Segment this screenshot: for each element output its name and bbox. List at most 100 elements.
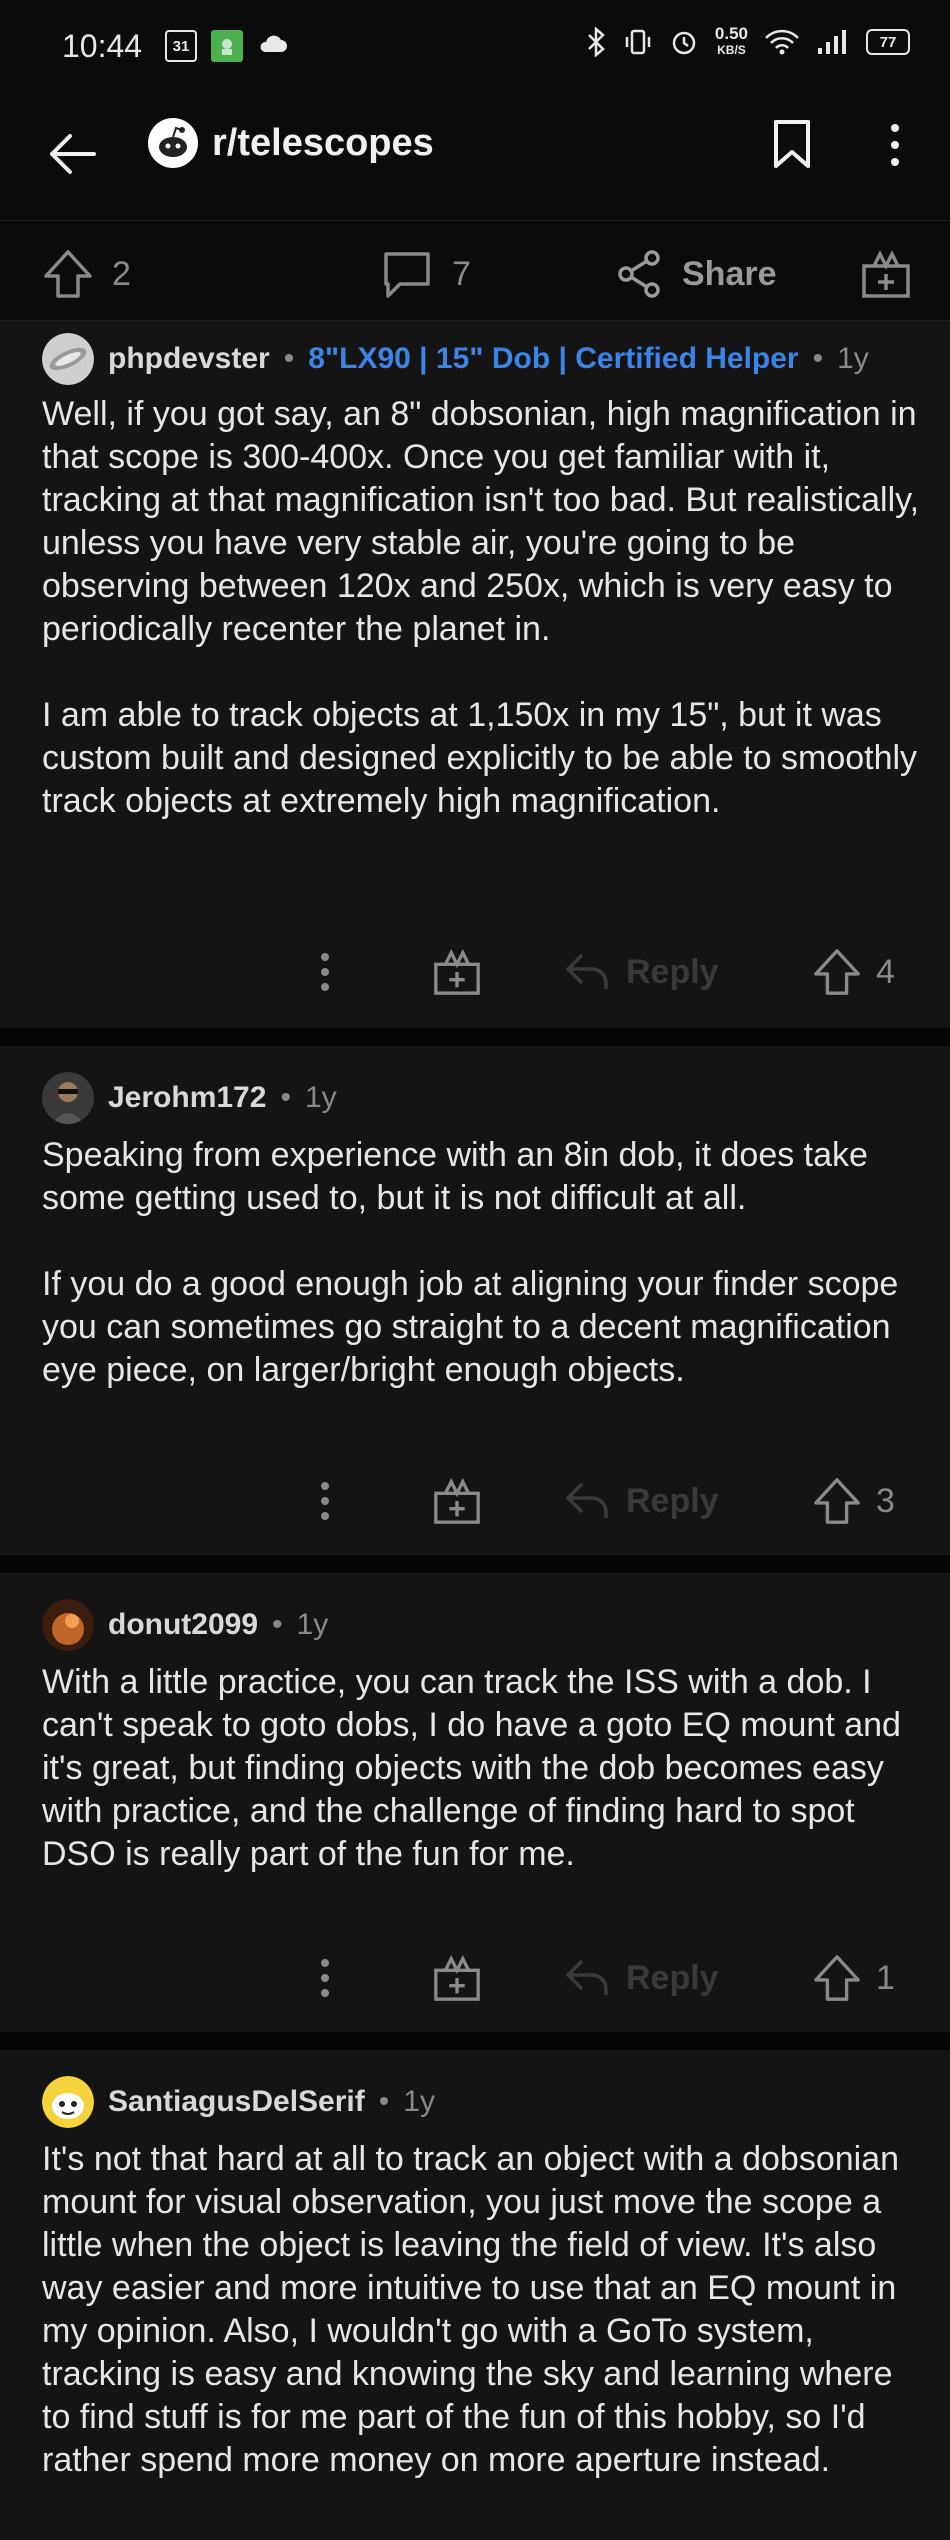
upvote-icon bbox=[814, 1955, 860, 2001]
status-left-icons: 31 bbox=[165, 30, 287, 62]
comment-paragraph: If you do a good enough job at aligning … bbox=[42, 1265, 899, 1389]
post-comments-button[interactable]: 7 bbox=[380, 248, 471, 300]
battery-level: 77 bbox=[879, 33, 897, 51]
comment-award-button[interactable] bbox=[432, 1476, 482, 1526]
comment-time: 1y bbox=[837, 342, 869, 375]
award-button[interactable] bbox=[860, 248, 912, 300]
reply-label: Reply bbox=[626, 952, 719, 991]
network-speed: 0.50 KB/S bbox=[714, 24, 748, 58]
comment-more-button[interactable] bbox=[310, 1953, 340, 2003]
signal-icon bbox=[818, 30, 846, 54]
separator-dot: • bbox=[378, 2085, 390, 2118]
separator-dot: • bbox=[280, 1081, 291, 1114]
comment-paragraph: It's not that hard at all to track an ob… bbox=[42, 2140, 900, 2479]
subreddit-name[interactable]: r/telescopes bbox=[212, 122, 434, 165]
more-options-button[interactable] bbox=[880, 120, 910, 175]
gift-icon bbox=[862, 250, 910, 298]
comment-username[interactable]: phpdevster bbox=[108, 342, 270, 376]
comment-more-button[interactable] bbox=[310, 1476, 340, 1526]
comment-divider bbox=[0, 1028, 950, 1046]
reply-label: Reply bbox=[626, 1481, 719, 1520]
comment-upvote-button[interactable]: 1 bbox=[812, 1953, 895, 2003]
bluetooth-icon bbox=[588, 27, 605, 57]
alarm-icon bbox=[672, 31, 696, 55]
comment-card: Jerohm172 • 1y Speaking from experience … bbox=[0, 1046, 950, 1555]
comment-award-button[interactable] bbox=[432, 947, 482, 997]
comment-username[interactable]: donut2099 bbox=[108, 1608, 258, 1642]
reply-button[interactable]: Reply bbox=[562, 1476, 719, 1526]
comment-username[interactable]: Jerohm172 bbox=[108, 1081, 266, 1115]
post-comment-count: 7 bbox=[452, 254, 471, 293]
comment-paragraph: I am able to track objects at 1,150x in … bbox=[42, 696, 918, 820]
top-app-bar: r/telescopes bbox=[0, 96, 950, 221]
comment-time: 1y bbox=[304, 1081, 337, 1114]
post-upvote-button[interactable]: 2 bbox=[42, 248, 131, 300]
reply-label: Reply bbox=[626, 1958, 719, 1997]
comment-upvote-button[interactable]: 4 bbox=[812, 947, 895, 997]
comment-header: phpdevster • 8"LX90 | 15" Dob | Certifie… bbox=[42, 333, 869, 385]
gift-icon bbox=[434, 1478, 480, 1524]
comment-paragraph: Well, if you got say, an 8" dobsonian, h… bbox=[42, 395, 920, 648]
comment-time: 1y bbox=[296, 1608, 329, 1641]
comment-actions: Reply 4 bbox=[0, 947, 950, 1007]
reply-button[interactable]: Reply bbox=[562, 947, 719, 997]
share-label: Share bbox=[682, 254, 777, 293]
share-button[interactable]: Share bbox=[614, 248, 777, 300]
battery-icon: 77 bbox=[866, 29, 910, 55]
comment-upvote-button[interactable]: 3 bbox=[812, 1476, 895, 1526]
comment-body: With a little practice, you can track th… bbox=[42, 1661, 922, 1876]
comment-divider bbox=[0, 1555, 950, 1573]
reddit-snoo-icon bbox=[159, 126, 187, 157]
comment-body: Well, if you got say, an 8" dobsonian, h… bbox=[42, 393, 922, 823]
subreddit-avatar[interactable] bbox=[148, 118, 198, 168]
avatar[interactable] bbox=[42, 1599, 94, 1651]
comment-card: phpdevster • 8"LX90 | 15" Dob | Certifie… bbox=[0, 321, 950, 1028]
separator-dot: • bbox=[272, 1608, 283, 1641]
user-flair: 8"LX90 | 15" Dob | Certified Helper bbox=[308, 342, 799, 375]
comment-header: Jerohm172 • 1y bbox=[42, 1072, 337, 1124]
comment-card: SantiagusDelSerif • 1y It's not that har… bbox=[0, 2050, 950, 2540]
comment-username[interactable]: SantiagusDelSerif bbox=[108, 2085, 365, 2119]
comment-bubble-icon bbox=[384, 252, 430, 298]
status-bar: 10:44 31 0.50 KB/S 77 bbox=[0, 0, 950, 96]
reply-button[interactable]: Reply bbox=[562, 1953, 719, 2003]
avatar[interactable] bbox=[42, 333, 94, 385]
comment-vote-count: 3 bbox=[876, 1481, 895, 1520]
comment-paragraph: Speaking from experience with an 8in dob… bbox=[42, 1136, 868, 1217]
gift-icon bbox=[434, 1955, 480, 2001]
comment-more-button[interactable] bbox=[310, 947, 340, 997]
network-speed-value: 0.50 bbox=[714, 24, 748, 43]
reply-arrow-icon bbox=[566, 1959, 608, 1995]
save-button[interactable] bbox=[770, 118, 814, 175]
status-time: 10:44 bbox=[62, 28, 143, 64]
comment-time: 1y bbox=[403, 2085, 435, 2118]
comment-divider bbox=[0, 2032, 950, 2050]
calendar-day: 31 bbox=[172, 37, 190, 55]
comment-body: Speaking from experience with an 8in dob… bbox=[42, 1134, 922, 1392]
calendar-icon: 31 bbox=[165, 30, 197, 62]
avatar[interactable] bbox=[42, 1072, 94, 1124]
comment-vote-count: 4 bbox=[876, 952, 895, 991]
comment-card: donut2099 • 1y With a little practice, y… bbox=[0, 1573, 950, 2032]
upvote-icon bbox=[814, 1478, 860, 1524]
more-vertical-icon bbox=[321, 1959, 329, 1997]
more-vertical-icon bbox=[321, 1482, 329, 1520]
upvote-icon bbox=[44, 250, 92, 298]
wifi-icon bbox=[765, 29, 799, 55]
avatar[interactable] bbox=[42, 2076, 94, 2128]
upvote-icon bbox=[814, 949, 860, 995]
comment-body: It's not that hard at all to track an ob… bbox=[42, 2138, 922, 2482]
post-action-bar: 2 7 Share bbox=[0, 220, 950, 321]
gift-icon bbox=[434, 949, 480, 995]
comment-award-button[interactable] bbox=[432, 1953, 482, 2003]
reply-arrow-icon bbox=[566, 1482, 608, 1518]
reply-arrow-icon bbox=[566, 953, 608, 989]
vibrate-icon bbox=[625, 29, 651, 55]
back-button[interactable] bbox=[44, 126, 100, 187]
app-notification-icon bbox=[211, 30, 243, 62]
comment-vote-count: 1 bbox=[876, 1958, 895, 1997]
more-vertical-icon bbox=[321, 953, 329, 991]
status-right-icons: 0.50 KB/S 77 bbox=[585, 24, 910, 58]
post-vote-count: 2 bbox=[112, 254, 131, 293]
comment-actions: Reply 1 bbox=[0, 1953, 950, 2013]
